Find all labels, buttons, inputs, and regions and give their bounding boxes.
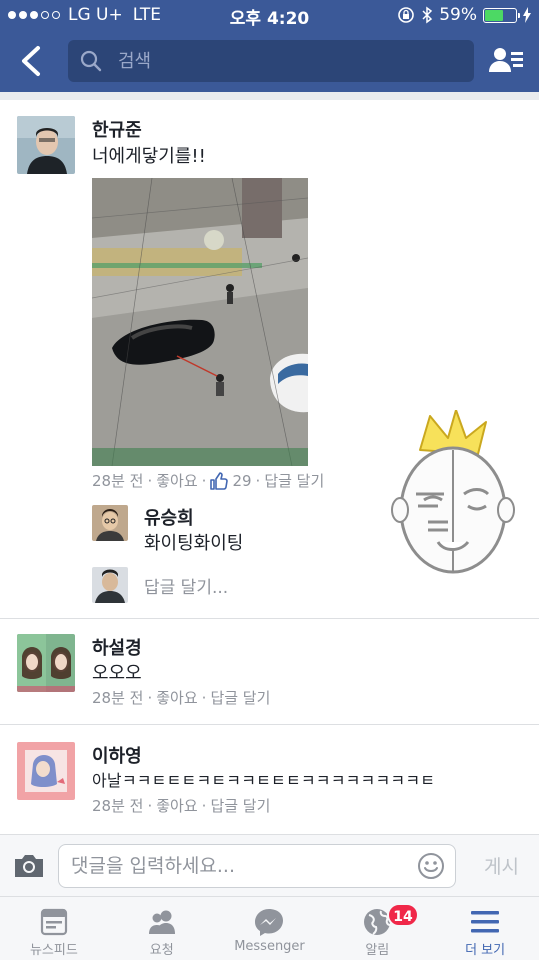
reply-link[interactable]: 답글 달기: [210, 795, 270, 816]
friends-list-icon: [489, 48, 523, 72]
tab-notifications[interactable]: 알림 14: [323, 897, 431, 960]
avatar[interactable]: [17, 634, 75, 692]
camera-icon: [15, 855, 43, 877]
thumbs-up-icon: [210, 471, 229, 490]
tab-requests[interactable]: 요청: [108, 897, 216, 960]
camera-button[interactable]: [12, 852, 46, 880]
comment-input[interactable]: [71, 845, 411, 887]
tab-bar: 뉴스피드 요청 Messenger 알림 14 더 보기: [0, 896, 539, 960]
status-bar: LG U+ LTE 오후 4:20 59%: [0, 0, 539, 30]
comment-text: 오오오: [92, 663, 142, 684]
like-count: 29: [232, 471, 252, 490]
comment-meta: 28분 전 · 좋아요 · 답글 달기: [92, 795, 271, 816]
comment-text: 너에게닿기를!!: [92, 146, 206, 167]
tab-more[interactable]: 더 보기: [431, 897, 539, 960]
reply-author[interactable]: 유승희: [144, 504, 194, 530]
top-divider: [0, 92, 539, 100]
avatar[interactable]: [17, 116, 75, 174]
comment-photo[interactable]: [92, 178, 308, 466]
nav-bar: [0, 30, 539, 92]
comment-author[interactable]: 이하영: [92, 742, 142, 768]
avatar: [92, 567, 128, 603]
bluetooth-icon: [422, 6, 433, 24]
reply-link[interactable]: 답글 달기: [264, 470, 324, 491]
friends-list-button[interactable]: [489, 44, 525, 78]
comment-field[interactable]: [58, 844, 456, 888]
battery-percent: 59%: [439, 5, 477, 25]
reply-text: 화이팅화이팅: [144, 533, 244, 554]
tab-newsfeed[interactable]: 뉴스피드: [0, 897, 108, 960]
tab-label: 알림: [365, 943, 390, 958]
chevron-left-icon: [22, 46, 40, 76]
comment-composer: 게시: [0, 834, 539, 896]
comment-author[interactable]: 하설경: [92, 634, 142, 660]
tab-label: 요청: [149, 943, 174, 958]
emoji-icon[interactable]: [417, 852, 445, 880]
rotation-lock-icon: [398, 7, 415, 23]
like-link[interactable]: 좋아요: [156, 687, 197, 708]
friend-requests-icon: [148, 910, 175, 934]
tab-label: 더 보기: [465, 943, 506, 958]
menu-icon: [471, 911, 500, 933]
post-button[interactable]: 게시: [484, 852, 519, 879]
avatar[interactable]: [17, 742, 75, 800]
avatar[interactable]: [92, 505, 128, 541]
comment-meta: 28분 전 · 좋아요 · 답글 달기: [92, 687, 271, 708]
comment-time: 28분 전: [92, 797, 144, 815]
divider: [0, 724, 539, 725]
charging-icon: [523, 7, 531, 23]
search-box[interactable]: [68, 40, 474, 82]
comment-author[interactable]: 한규준: [92, 116, 142, 142]
newsfeed-icon: [40, 908, 67, 936]
back-button[interactable]: [14, 44, 50, 78]
tab-label: 뉴스피드: [29, 943, 78, 958]
reply-link[interactable]: 답글 달기: [210, 687, 270, 708]
comment-time: 28분 전: [92, 472, 144, 490]
search-input[interactable]: [118, 40, 458, 82]
messenger-icon: [255, 909, 284, 936]
divider: [0, 618, 539, 619]
like-link[interactable]: 좋아요: [156, 795, 197, 816]
tab-label: Messenger: [234, 939, 305, 954]
king-sticker: [388, 409, 518, 575]
reply-input[interactable]: 답글 달기...: [144, 573, 228, 598]
notification-badge: 14: [386, 903, 419, 927]
battery-icon: [483, 7, 520, 23]
search-icon: [80, 50, 102, 72]
comment-meta: 28분 전 · 좋아요 · 29 · 답글 달기: [92, 470, 325, 491]
comment-time: 28분 전: [92, 689, 144, 707]
comment-text: 아날ㅋㅋㅌㅌㅌㅋㅌㅋㅋㅌㅌㅌㅋㅋㅋㅋㅋㅋㅋㅋㅌ: [92, 771, 436, 790]
tab-messenger[interactable]: Messenger: [216, 897, 324, 960]
like-link[interactable]: 좋아요: [156, 470, 197, 491]
